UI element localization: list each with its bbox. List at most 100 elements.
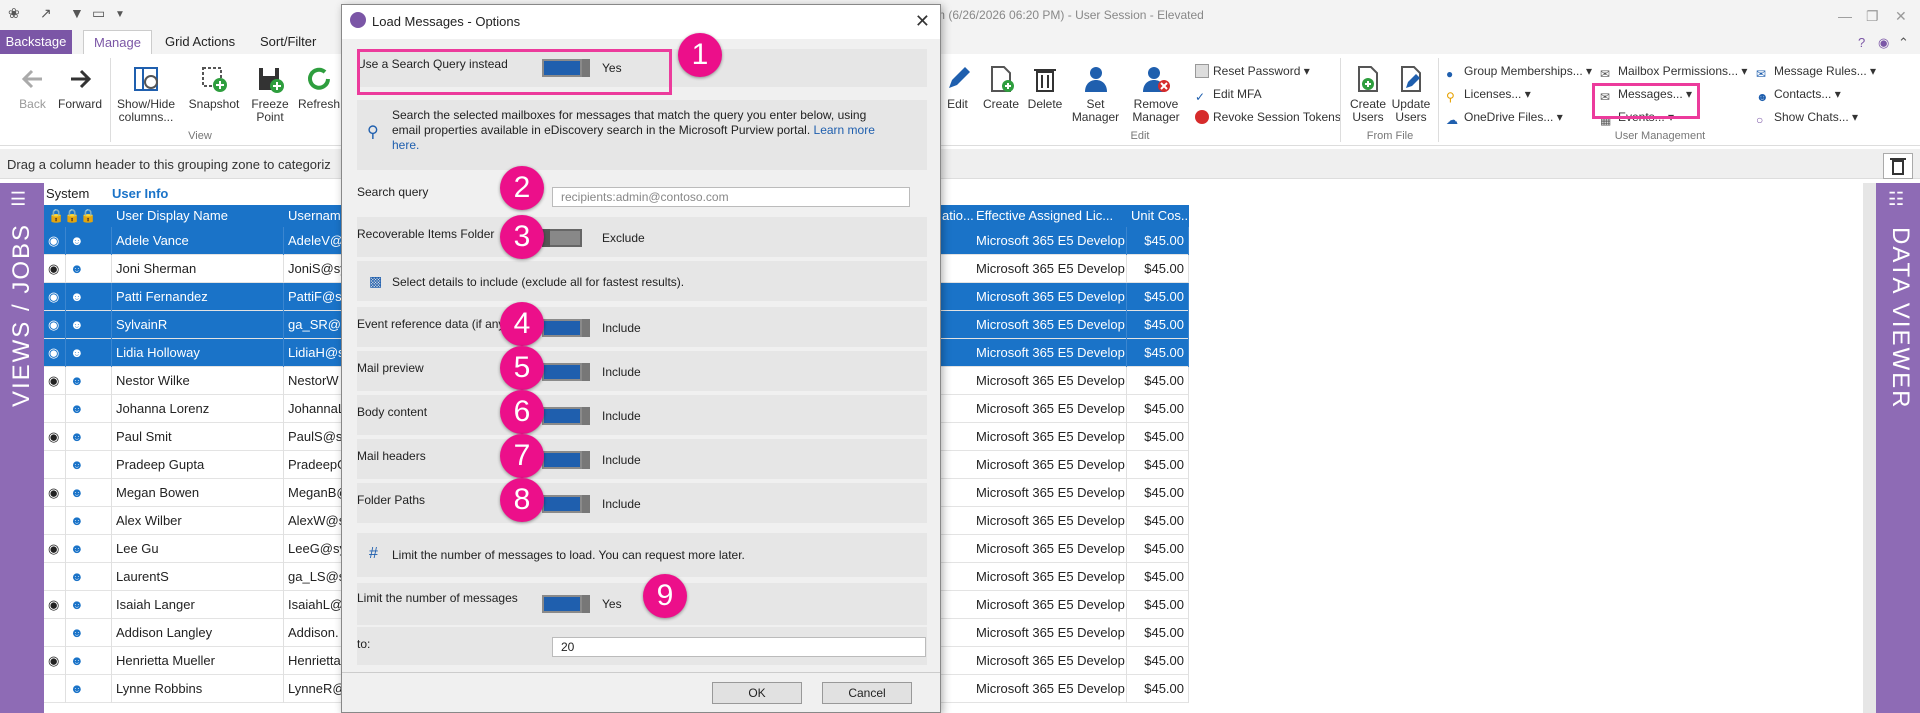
cell-username[interactable]: LynneR@ (284, 675, 342, 703)
cell-license[interactable]: Microsoft 365 E5 Develop (972, 395, 1127, 423)
quick-access-dropdown-icon[interactable]: ▼ (115, 9, 125, 20)
column-header-username[interactable]: Usernam (288, 205, 341, 227)
cell-display-name[interactable]: Alex Wilber (112, 507, 284, 535)
delete-button[interactable]: Delete (1025, 64, 1065, 111)
tab-sort-filter[interactable]: Sort/Filter (250, 30, 326, 54)
view-icon[interactable]: ◉ (1878, 35, 1889, 51)
mail-preview-toggle[interactable] (542, 363, 590, 381)
update-users-button[interactable]: Update Users (1390, 64, 1432, 124)
edit-mfa-button[interactable]: ✓ Edit MFA (1195, 87, 1262, 104)
cell-unit-cost[interactable]: $45.00 (1127, 451, 1189, 479)
cell-display-name[interactable]: Adele Vance (112, 227, 284, 255)
minimize-icon[interactable]: — (1838, 8, 1852, 24)
event-reference-toggle[interactable] (542, 319, 590, 337)
cell-unit-cost[interactable]: $45.00 (1127, 255, 1189, 283)
contacts-button[interactable]: ☻ Contacts... ▾ (1756, 87, 1841, 104)
create-users-button[interactable]: Create Users (1348, 64, 1388, 124)
cell-license[interactable]: Microsoft 365 E5 Develop (972, 339, 1127, 367)
cell-username[interactable]: JoniS@sy (284, 255, 342, 283)
onedrive-files-button[interactable]: ☁ OneDrive Files... ▾ (1446, 110, 1563, 127)
cell-license[interactable]: Microsoft 365 E5 Develop (972, 507, 1127, 535)
cell-license[interactable]: Microsoft 365 E5 Develop (972, 591, 1127, 619)
views-jobs-panel[interactable]: ☰ VIEWS / JOBS (0, 183, 44, 713)
forward-button[interactable]: Forward (55, 64, 105, 111)
cell-unit-cost[interactable]: $45.00 (1127, 535, 1189, 563)
limit-toggle[interactable] (542, 595, 590, 613)
cell-username[interactable]: AlexW@sy (284, 507, 342, 535)
cell-username[interactable]: MeganB@ (284, 479, 342, 507)
cell-unit-cost[interactable]: $45.00 (1127, 367, 1189, 395)
restore-icon[interactable]: ❐ (1866, 8, 1879, 25)
cell-unit-cost[interactable]: $45.00 (1127, 647, 1189, 675)
cell-display-name[interactable]: Nestor Wilke (112, 367, 284, 395)
cell-license[interactable]: Microsoft 365 E5 Develop (972, 423, 1127, 451)
cell-license[interactable]: Microsoft 365 E5 Develop (972, 563, 1127, 591)
freeze-point-button[interactable]: Freeze Point (246, 64, 294, 124)
reset-password-button[interactable]: Reset Password ▾ (1195, 64, 1310, 78)
clear-grid-button[interactable] (1883, 153, 1913, 179)
cell-license[interactable]: Microsoft 365 E5 Develop (972, 311, 1127, 339)
search-query-input[interactable]: recipients:admin@contoso.com (552, 187, 910, 207)
set-manager-button[interactable]: Set Manager (1068, 64, 1123, 124)
cell-username[interactable]: PaulS@sy (284, 423, 342, 451)
close-window-icon[interactable]: ✕ (1895, 8, 1907, 25)
cell-display-name[interactable]: Patti Fernandez (112, 283, 284, 311)
cell-display-name[interactable]: Addison Langley (112, 619, 284, 647)
cell-display-name[interactable]: Henrietta Mueller (112, 647, 284, 675)
cell-unit-cost[interactable]: $45.00 (1127, 227, 1189, 255)
help-icon[interactable]: ? (1858, 35, 1865, 50)
cell-display-name[interactable]: Lynne Robbins (112, 675, 284, 703)
tab-grid-actions[interactable]: Grid Actions (155, 30, 245, 54)
cell-display-name[interactable]: Lidia Holloway (112, 339, 284, 367)
cell-username[interactable]: IsaiahL@ (284, 591, 342, 619)
cell-license[interactable]: Microsoft 365 E5 Develop (972, 619, 1127, 647)
cell-license[interactable]: Microsoft 365 E5 Develop (972, 227, 1127, 255)
cell-unit-cost[interactable]: $45.00 (1127, 311, 1189, 339)
cell-license[interactable]: Microsoft 365 E5 Develop (972, 675, 1127, 703)
cell-username[interactable]: LidiaH@s (284, 339, 342, 367)
cell-username[interactable]: NestorW (284, 367, 342, 395)
cancel-button[interactable]: Cancel (822, 682, 912, 704)
cell-license[interactable]: Microsoft 365 E5 Develop (972, 451, 1127, 479)
ok-button[interactable]: OK (712, 682, 802, 704)
cell-license[interactable]: Microsoft 365 E5 Develop (972, 647, 1127, 675)
refresh-button[interactable]: Refresh (298, 64, 340, 111)
close-icon[interactable]: ✕ (915, 11, 930, 32)
cell-license[interactable]: Microsoft 365 E5 Develop (972, 479, 1127, 507)
revoke-tokens-button[interactable]: Revoke Session Tokens (1195, 110, 1341, 124)
mailbox-permissions-button[interactable]: ✉ Mailbox Permissions... ▾ (1600, 64, 1747, 81)
scroll-strip[interactable] (1863, 183, 1876, 713)
show-chats-button[interactable]: ○ Show Chats... ▾ (1756, 110, 1858, 127)
cell-license[interactable]: Microsoft 365 E5 Develop (972, 535, 1127, 563)
cell-unit-cost[interactable]: $45.00 (1127, 339, 1189, 367)
data-viewer-icon[interactable]: ☷ (1888, 189, 1904, 210)
cell-license[interactable]: Microsoft 365 E5 Develop (972, 255, 1127, 283)
cell-username[interactable]: ga_SR@sy (284, 311, 342, 339)
column-header-ratio[interactable]: atio... (942, 205, 974, 227)
licenses-button[interactable]: ⚲ Licenses... ▾ (1446, 87, 1531, 104)
cell-display-name[interactable]: Johanna Lorenz (112, 395, 284, 423)
cell-display-name[interactable]: Megan Bowen (112, 479, 284, 507)
cell-username[interactable]: JohannaL (284, 395, 342, 423)
cell-username[interactable]: AdeleV@ (284, 227, 342, 255)
filter-icon[interactable]: ▼ (70, 5, 84, 21)
cell-display-name[interactable]: Lee Gu (112, 535, 284, 563)
cell-unit-cost[interactable]: $45.00 (1127, 283, 1189, 311)
grouping-zone[interactable]: Drag a column header to this grouping zo… (0, 149, 1920, 179)
snapshot-button[interactable]: Snapshot (184, 64, 244, 111)
cell-display-name[interactable]: Joni Sherman (112, 255, 284, 283)
create-button[interactable]: Create (980, 64, 1022, 111)
collapse-ribbon-icon[interactable]: ⌃ (1898, 35, 1909, 51)
cell-unit-cost[interactable]: $45.00 (1127, 675, 1189, 703)
folder-paths-toggle[interactable] (542, 495, 590, 513)
views-icon[interactable]: ☰ (10, 189, 26, 210)
show-hide-columns-button[interactable]: Show/Hide columns... (114, 64, 178, 124)
recoverable-items-toggle[interactable] (542, 229, 590, 247)
column-header-unit-cost[interactable]: Unit Cos... (1131, 205, 1189, 227)
file-icon[interactable]: ▭ (92, 5, 105, 22)
cell-username[interactable]: LeeG@sy (284, 535, 342, 563)
cell-unit-cost[interactable]: $45.00 (1127, 591, 1189, 619)
column-header-license[interactable]: Effective Assigned Lic... (976, 205, 1113, 227)
cell-unit-cost[interactable]: $45.00 (1127, 619, 1189, 647)
mail-headers-toggle[interactable] (542, 451, 590, 469)
